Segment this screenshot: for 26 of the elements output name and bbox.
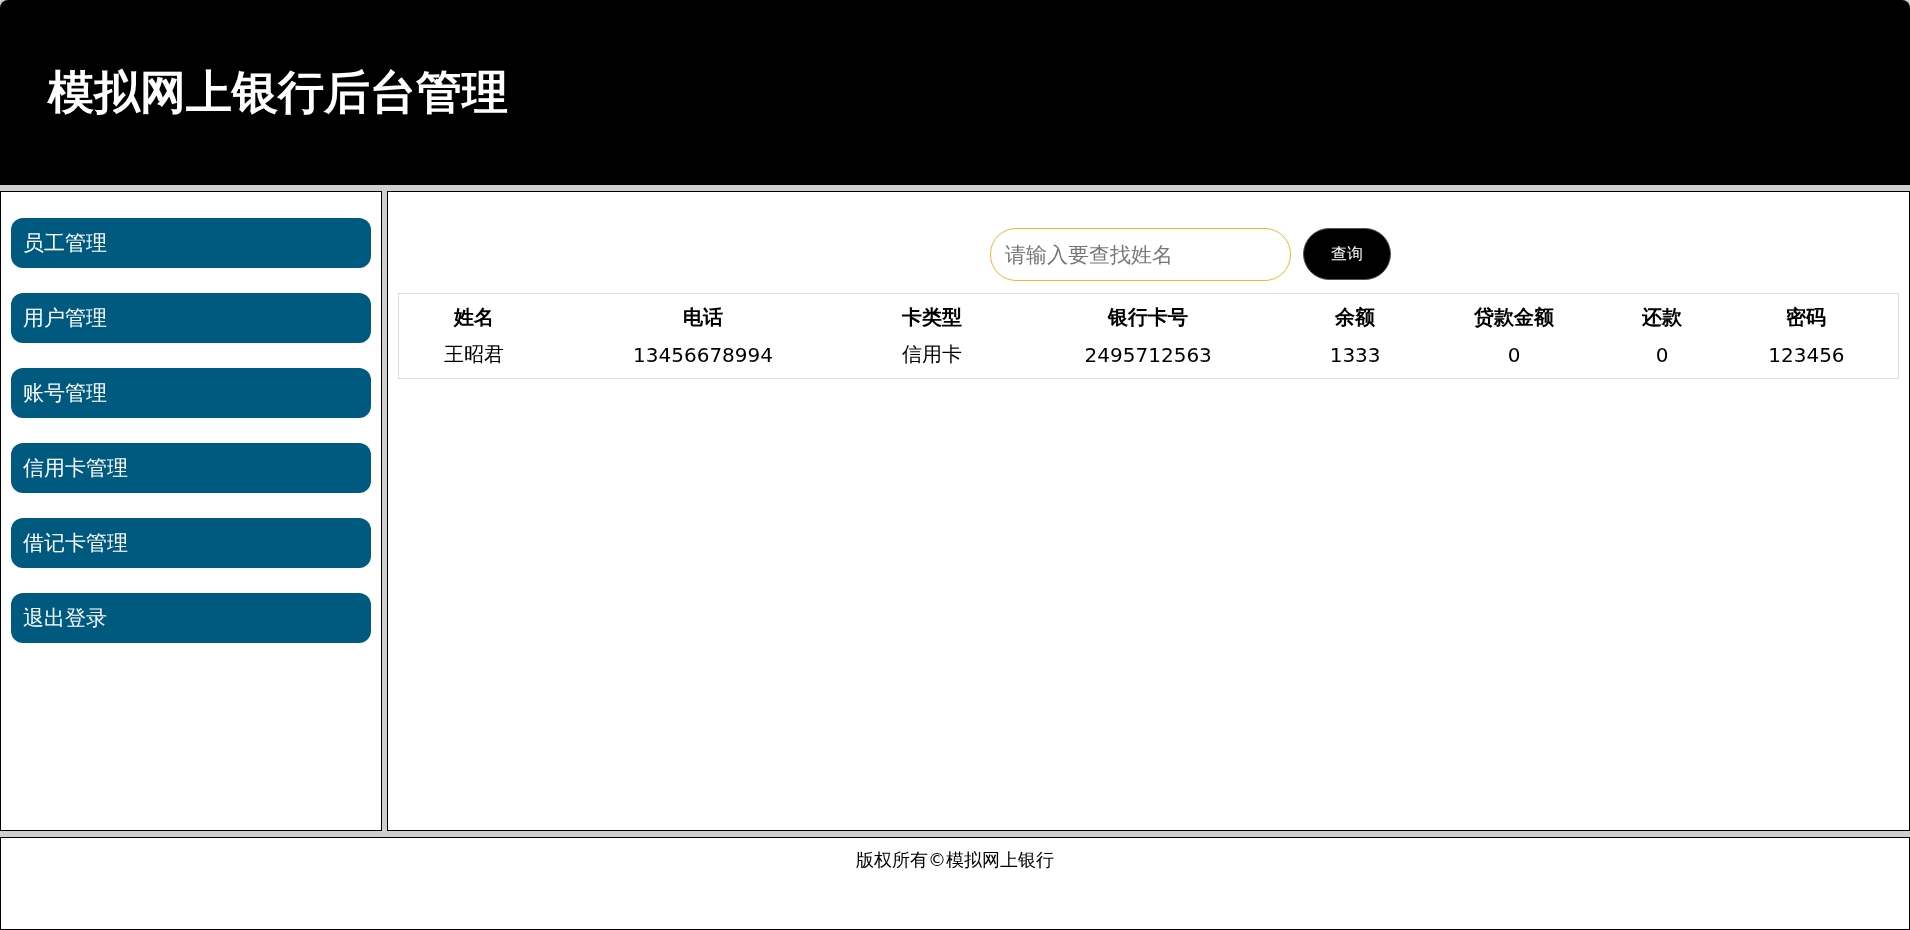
- table-cell-text: 信用卡: [901, 341, 964, 368]
- sidebar-item[interactable]: 信用卡管理: [11, 443, 371, 493]
- column-header: 还款: [1641, 304, 1684, 331]
- column-header: 姓名: [452, 304, 495, 331]
- sidebar-item[interactable]: 用户管理: [11, 293, 371, 343]
- table-cell-text: 2495712563: [1083, 341, 1213, 369]
- column-header: 余额: [1334, 304, 1377, 331]
- sidebar-item[interactable]: 账号管理: [11, 368, 371, 418]
- table-cell-text: 1333: [1328, 341, 1382, 369]
- search-button[interactable]: 查询: [1303, 228, 1391, 280]
- table-cell-text: 0: [1654, 341, 1670, 369]
- page-title: 模拟网上银行后台管理: [48, 63, 508, 121]
- column-header: 密码: [1785, 304, 1828, 331]
- sidebar-item[interactable]: 借记卡管理: [11, 518, 371, 568]
- copyright-text: 版权所有©模拟网上银行: [856, 848, 1054, 872]
- table-cell-text: 0: [1506, 341, 1522, 369]
- search-field[interactable]: 请输入要查找姓名: [990, 228, 1291, 281]
- column-header: 卡类型: [901, 304, 964, 331]
- table-cell-text: 13456678994: [632, 341, 774, 369]
- table-cell-text: 王昭君: [443, 341, 505, 368]
- sidebar-item[interactable]: 员工管理: [11, 218, 371, 268]
- column-header: 贷款金额: [1473, 304, 1556, 331]
- column-header: 银行卡号: [1106, 304, 1190, 331]
- table-cell-text: 123456: [1767, 341, 1846, 369]
- sidebar-item[interactable]: 退出登录: [11, 593, 371, 643]
- column-header: 电话: [682, 304, 725, 331]
